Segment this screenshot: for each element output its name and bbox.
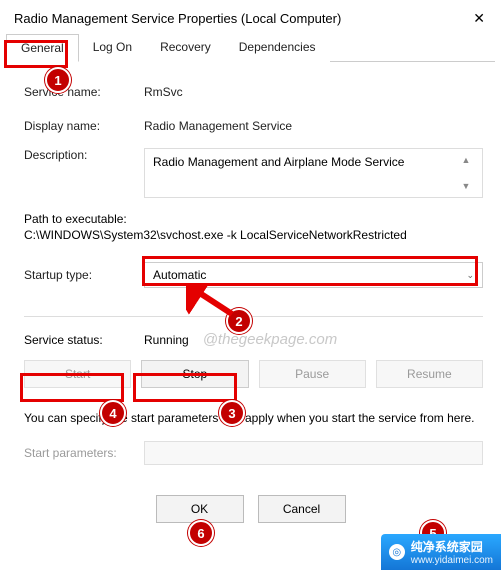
chevron-down-icon: ⌄ <box>466 270 474 281</box>
control-buttons: Start Stop Pause Resume <box>24 360 483 388</box>
tab-strip: General Log On Recovery Dependencies <box>6 33 495 62</box>
tab-dependencies[interactable]: Dependencies <box>225 34 330 62</box>
general-panel: Service name: RmSvc Display name: Radio … <box>0 62 501 495</box>
banner-logo-icon: ◎ <box>389 544 405 560</box>
value-service-status: Running <box>144 333 189 347</box>
stop-button[interactable]: Stop <box>141 360 248 388</box>
scroll-down-icon[interactable]: ▼ <box>458 181 474 191</box>
label-path: Path to executable: <box>24 212 483 226</box>
label-start-parameters: Start parameters: <box>24 446 134 460</box>
label-startup-type: Startup type: <box>24 268 144 282</box>
label-description: Description: <box>24 148 144 162</box>
description-box: Radio Management and Airplane Mode Servi… <box>144 148 483 198</box>
scroll-up-icon[interactable]: ▲ <box>458 155 474 165</box>
tab-logon[interactable]: Log On <box>79 34 146 62</box>
divider <box>24 316 483 317</box>
label-service-status: Service status: <box>24 333 144 347</box>
watermark-text: @thegeekpage.com <box>203 331 337 348</box>
start-parameters-input <box>144 441 483 465</box>
marker-1: 1 <box>45 67 71 93</box>
value-path: C:\WINDOWS\System32\svchost.exe -k Local… <box>24 228 483 242</box>
banner-title: 纯净系统家园 <box>411 538 493 555</box>
label-display-name: Display name: <box>24 119 144 133</box>
label-service-name: Service name: <box>24 85 144 99</box>
ok-button[interactable]: OK <box>156 495 244 523</box>
banner-url: www.yidaimei.com <box>411 555 493 566</box>
watermark-banner: ◎ 纯净系统家园 www.yidaimei.com <box>381 534 501 570</box>
start-button[interactable]: Start <box>24 360 131 388</box>
marker-6: 6 <box>188 520 214 546</box>
value-description: Radio Management and Airplane Mode Servi… <box>153 155 458 169</box>
marker-4: 4 <box>100 400 126 426</box>
close-icon[interactable]: ✕ <box>467 8 491 29</box>
title-bar: Radio Management Service Properties (Loc… <box>0 0 501 33</box>
startup-type-value: Automatic <box>153 268 206 282</box>
value-service-name: RmSvc <box>144 85 183 99</box>
note-text: You can specify the start parameters tha… <box>24 410 483 427</box>
tab-general[interactable]: General <box>6 34 79 62</box>
marker-3: 3 <box>219 400 245 426</box>
pause-button[interactable]: Pause <box>259 360 366 388</box>
cancel-button[interactable]: Cancel <box>258 495 346 523</box>
value-display-name: Radio Management Service <box>144 119 292 133</box>
resume-button[interactable]: Resume <box>376 360 483 388</box>
window-title: Radio Management Service Properties (Loc… <box>14 11 341 26</box>
tab-recovery[interactable]: Recovery <box>146 34 225 62</box>
path-block: Path to executable: C:\WINDOWS\System32\… <box>24 212 483 242</box>
